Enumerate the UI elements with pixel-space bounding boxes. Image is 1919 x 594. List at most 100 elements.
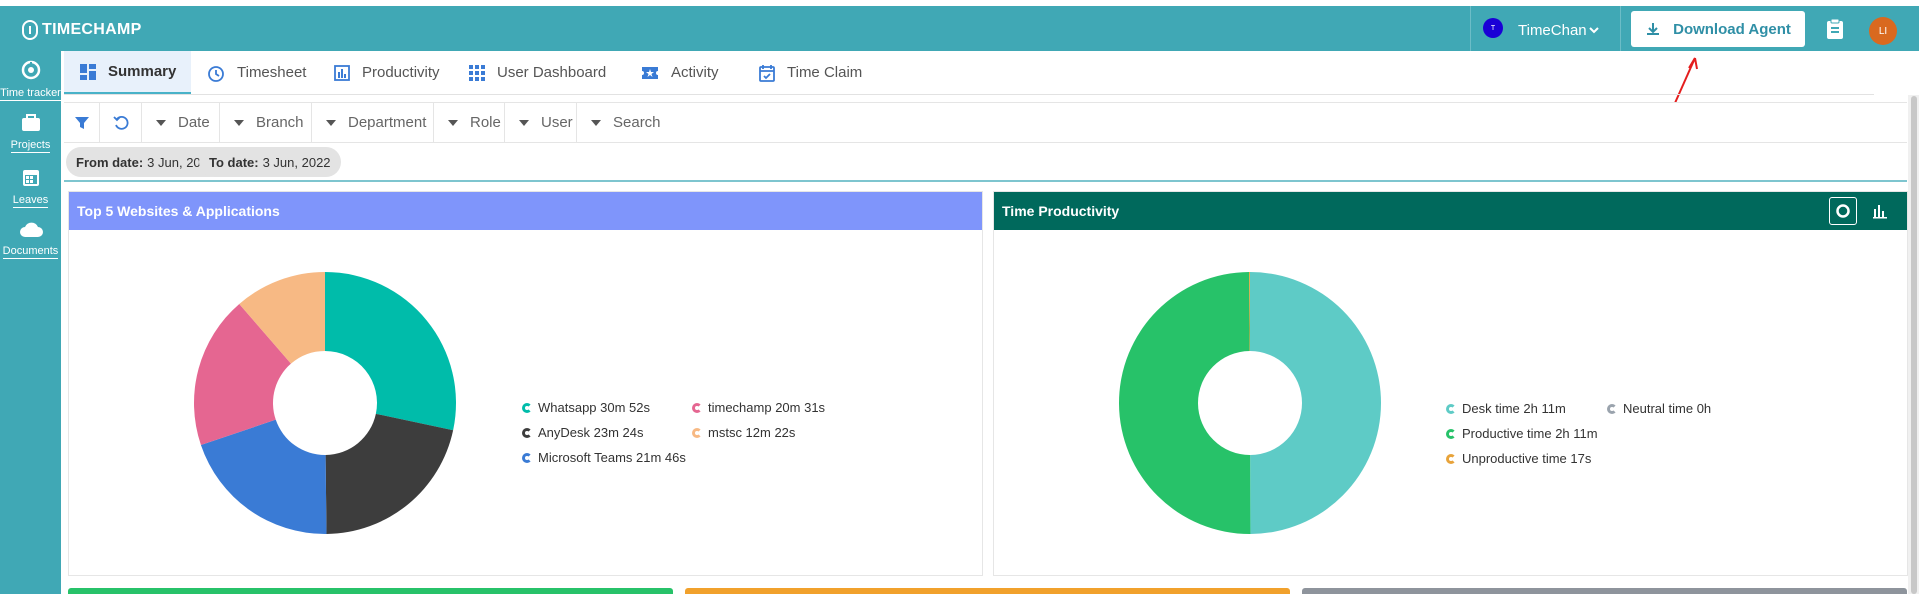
productivity-panel: Time Productivity Desk time 2h 11m Neutr… (993, 191, 1908, 576)
filter-bar: Date Branch Department Role User Search (64, 102, 1907, 143)
legend-label: mstsc 12m 22s (708, 425, 796, 440)
tab-label: User Dashboard (497, 64, 607, 81)
dashboard-icon (80, 63, 96, 80)
legend-item[interactable]: timechamp 20m 31s (692, 400, 825, 415)
clipboard-icon[interactable] (1825, 18, 1845, 40)
tab-label: Summary (108, 63, 177, 80)
tab-productivity[interactable]: Productivity (334, 51, 440, 94)
download-agent-label: Download Agent (1673, 20, 1791, 38)
topbar-divider (1620, 6, 1621, 51)
grid-icon (469, 64, 485, 81)
filter-button[interactable] (64, 103, 100, 142)
websites-donut-chart[interactable] (193, 271, 457, 535)
legend-item[interactable]: Neutral time 0h (1607, 401, 1711, 416)
legend-item[interactable]: Desk time 2h 11m (1446, 401, 1566, 416)
department-filter[interactable]: Department (312, 103, 434, 142)
legend-item[interactable]: AnyDesk 23m 24s (522, 425, 644, 440)
org-badge: T (1483, 18, 1503, 38)
sidebar-item-documents[interactable]: Documents (0, 221, 61, 259)
legend-label: Unproductive time 17s (1462, 451, 1592, 466)
divider (64, 180, 1907, 182)
caret-down-icon (519, 119, 529, 126)
branch-filter[interactable]: Branch (220, 103, 312, 142)
cloud-icon (19, 222, 43, 237)
chevron-down-icon[interactable] (1587, 23, 1601, 37)
sidebar-item-time-tracker[interactable]: Time tracker (0, 59, 61, 101)
caret-down-icon (326, 119, 336, 126)
role-filter[interactable]: Role (434, 103, 505, 142)
date-filter[interactable]: Date (142, 103, 220, 142)
chip-value: 3 Jun, 2022 (262, 154, 331, 170)
filter-label: Department (348, 114, 427, 131)
bottom-panel-header (68, 588, 673, 594)
legend-label: Productive time 2h 11m (1462, 426, 1598, 441)
legend-swatch (1607, 403, 1617, 414)
ticket-icon (642, 66, 658, 79)
tab-timesheet[interactable]: Timesheet (207, 51, 306, 94)
tab-label: Timesheet (237, 64, 307, 81)
donut-view-button[interactable] (1829, 197, 1857, 225)
caret-down-icon (591, 119, 601, 126)
bottom-panel-header (685, 588, 1290, 594)
user-filter[interactable]: User (505, 103, 577, 142)
legend-swatch (692, 427, 702, 438)
logo[interactable]: TIMECHAMP (22, 20, 142, 40)
sidebar-item-label: Projects (10, 139, 51, 153)
websites-panel-header: Top 5 Websites & Applications (69, 192, 982, 230)
sidebar-item-projects[interactable]: Projects (0, 113, 61, 153)
bar-chart-icon (334, 64, 350, 81)
sidebar-item-label: Time tracker (0, 87, 61, 101)
websites-panel: Top 5 Websites & Applications Whatsapp 3… (68, 191, 983, 576)
chip-label: From date: (76, 154, 144, 170)
legend-swatch (1446, 428, 1456, 439)
tab-activity[interactable]: Activity (641, 51, 719, 94)
logo-text: TIMECHAMP (42, 21, 142, 38)
donut-slice[interactable] (1250, 272, 1381, 534)
tab-summary[interactable]: Summary (64, 51, 191, 94)
legend-label: Neutral time 0h (1623, 401, 1712, 416)
tab-label: Activity (671, 64, 719, 81)
sidebar-item-label: Leaves (12, 194, 49, 208)
sidebar-item-leaves[interactable]: Leaves (0, 166, 61, 208)
legend-item[interactable]: mstsc 12m 22s (692, 425, 795, 440)
tab-bar: Summary Timesheet Productivity User Dash… (64, 51, 1874, 95)
sidebar: Time tracker Projects Leaves Documents (0, 51, 61, 594)
productivity-donut-chart[interactable] (1118, 271, 1382, 535)
bottom-panel-header (1302, 588, 1907, 594)
download-agent-button[interactable]: Download Agent (1631, 11, 1805, 47)
donut-icon (1836, 204, 1850, 218)
briefcase-icon (21, 114, 40, 131)
legend-item[interactable]: Microsoft Teams 21m 46s (522, 450, 686, 465)
org-name[interactable]: TimeChan (1518, 22, 1587, 39)
search-filter[interactable]: Search (577, 103, 667, 142)
panel-title: Top 5 Websites & Applications (77, 203, 280, 219)
calendar-check-icon (759, 64, 775, 82)
legend-swatch (1446, 453, 1456, 464)
bar-view-button[interactable] (1866, 197, 1894, 225)
caret-down-icon (234, 119, 244, 126)
donut-slice[interactable] (1119, 272, 1251, 534)
legend-swatch (692, 402, 702, 413)
legend-label: AnyDesk 23m 24s (538, 425, 644, 440)
legend-item[interactable]: Unproductive time 17s (1446, 451, 1591, 466)
tab-user-dashboard[interactable]: User Dashboard (469, 51, 606, 94)
reset-button[interactable] (100, 103, 142, 142)
tab-label: Productivity (362, 64, 440, 81)
avatar[interactable]: LI (1869, 17, 1897, 45)
time-tracker-icon (21, 60, 40, 80)
chip-label: To date: (209, 154, 259, 170)
filter-icon (74, 116, 89, 129)
topbar-divider (1470, 6, 1471, 51)
donut-slice[interactable] (325, 272, 456, 431)
legend-label: Whatsapp 30m 52s (538, 400, 651, 415)
sidebar-item-label: Documents (2, 245, 59, 259)
calendar-icon (22, 170, 39, 186)
donut-slice[interactable] (325, 413, 454, 534)
to-date-chip[interactable]: To date: 3 Jun, 2022 (199, 147, 341, 177)
scrollbar-thumb[interactable] (1911, 96, 1917, 594)
legend-label: Desk time 2h 11m (1462, 401, 1566, 416)
tab-time-claim[interactable]: Time Claim (759, 51, 862, 94)
legend-item[interactable]: Whatsapp 30m 52s (522, 400, 650, 415)
logo-icon (22, 20, 38, 40)
legend-item[interactable]: Productive time 2h 11m (1446, 426, 1598, 441)
